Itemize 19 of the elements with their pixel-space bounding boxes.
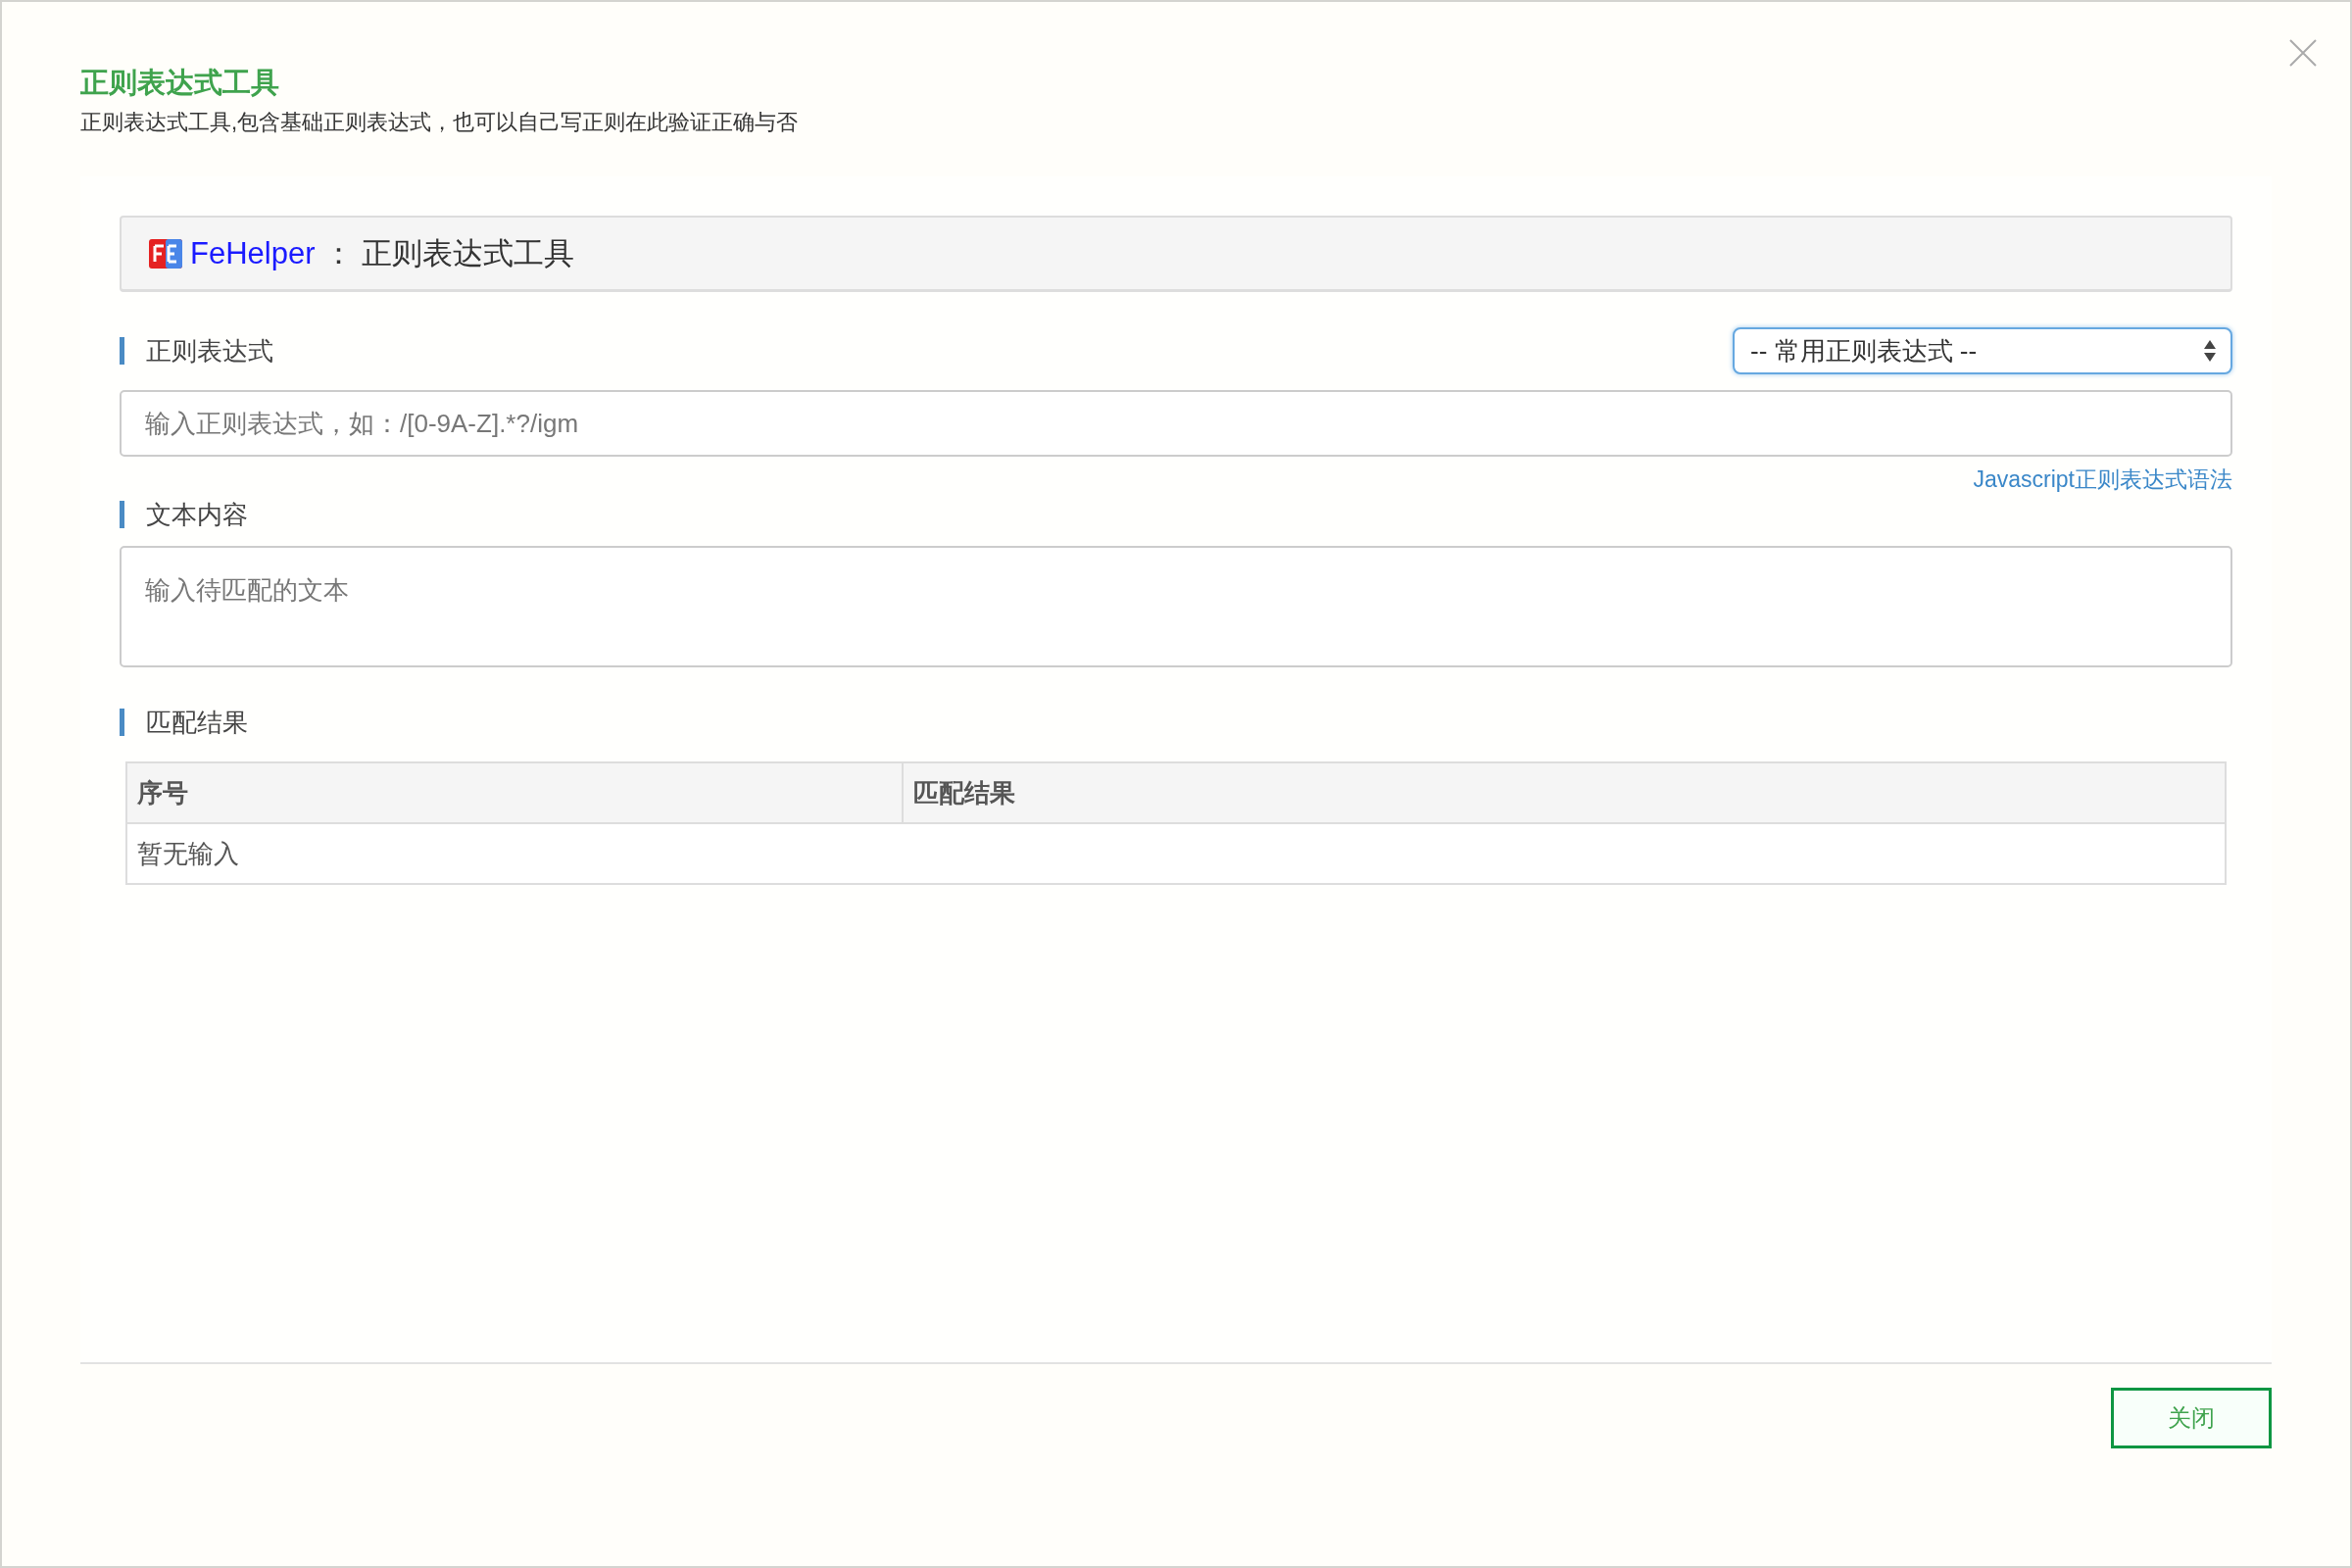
separator: ： xyxy=(322,234,354,272)
close-icon[interactable] xyxy=(2289,39,2317,67)
dialog-subtitle: 正则表达式工具,包含基础正则表达式，也可以自己写正则在此验证正确与否 xyxy=(80,109,800,136)
preset-select[interactable]: -- 常用正则表达式 -- xyxy=(1733,327,2232,374)
text-input[interactable]: 输入待匹配的文本 xyxy=(120,546,2232,667)
column-header: 匹配结果 xyxy=(903,762,2226,823)
table-cell: 暂无输入 xyxy=(126,823,2226,884)
section-label: 匹配结果 xyxy=(120,709,2232,736)
close-button[interactable]: 关闭 xyxy=(2111,1388,2272,1448)
syntax-link[interactable]: Javascript正则表达式语法 xyxy=(1973,465,2232,495)
column-header: 序号 xyxy=(126,762,903,823)
regex-input[interactable]: 输入正则表达式，如：/[0-9A-Z].*?/igm xyxy=(120,390,2232,457)
tool-title: 正则表达式工具 xyxy=(361,234,574,272)
section-label: 文本内容 xyxy=(120,501,2232,528)
section-label: 正则表达式 xyxy=(120,337,273,365)
select-arrows-icon xyxy=(2203,338,2217,364)
dialog-title: 正则表达式工具 xyxy=(80,66,280,100)
logo-icon xyxy=(149,236,182,270)
brand-name: FeHelper xyxy=(190,235,316,271)
